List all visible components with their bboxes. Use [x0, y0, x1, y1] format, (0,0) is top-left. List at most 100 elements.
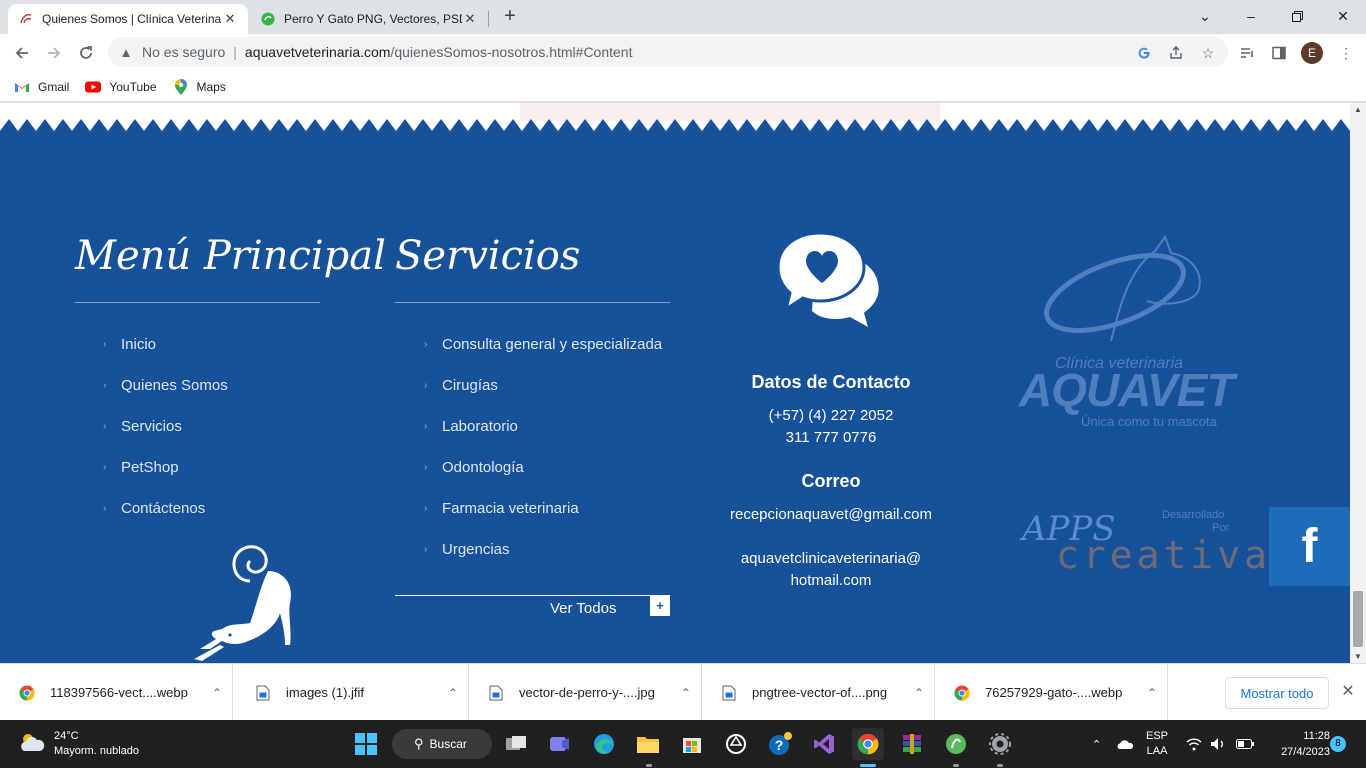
download-item[interactable]: pngtree-vector-of....png ⌃ — [702, 664, 935, 721]
winrar-icon[interactable] — [896, 728, 928, 760]
help-app-icon[interactable]: ? — [764, 728, 796, 760]
tab-search-icon[interactable]: ⌄ — [1182, 0, 1228, 32]
chevron-up-icon[interactable]: ⌃ — [671, 686, 701, 700]
close-downloads-icon[interactable]: ✕ — [1338, 682, 1358, 702]
footer-link-petshop[interactable]: › PetShop — [103, 459, 179, 476]
bookmark-gmail[interactable]: Gmail — [14, 80, 69, 94]
cat-stretch-illustration — [194, 545, 291, 661]
tray-overflow-icon[interactable]: ⌃ — [1092, 720, 1101, 768]
footer-link-servicios[interactable]: › Servicios — [103, 418, 182, 435]
visual-studio-icon[interactable] — [808, 728, 840, 760]
tab-strip: Quienes Somos | Clínica Veterina ✕ Perro… — [0, 0, 1366, 34]
back-icon[interactable] — [8, 39, 36, 67]
close-tab-icon[interactable]: ✕ — [462, 11, 478, 27]
footer-link-label: PetShop — [121, 459, 179, 476]
chevron-up-icon[interactable]: ⌃ — [904, 686, 934, 700]
minimize-icon[interactable]: – — [1228, 0, 1274, 32]
restore-icon[interactable] — [1274, 0, 1320, 32]
bookmark-maps[interactable]: Maps — [173, 78, 226, 95]
email-1[interactable]: recepcionaquavet@gmail.com — [700, 506, 962, 523]
close-window-icon[interactable]: ✕ — [1320, 0, 1366, 32]
footer-link-quienes-somos[interactable]: › Quienes Somos — [103, 377, 228, 394]
service-link-farmacia[interactable]: › Farmacia veterinaria — [424, 500, 579, 517]
wifi-icon[interactable] — [1186, 720, 1202, 768]
chevron-right-icon: › — [103, 462, 107, 473]
profile-avatar[interactable]: E — [1301, 42, 1323, 64]
security-label[interactable]: No es seguro — [142, 44, 225, 60]
media-queue-icon[interactable] — [1236, 42, 1258, 64]
forward-icon[interactable] — [40, 39, 68, 67]
volume-icon[interactable] — [1210, 720, 1226, 768]
ver-todos-button[interactable]: Ver Todos + — [395, 595, 670, 617]
warning-icon[interactable]: ▲ — [118, 45, 134, 60]
task-view-icon[interactable] — [500, 728, 532, 760]
tab-pngtree[interactable]: Perro Y Gato PNG, Vectores, PSD, ✕ — [250, 4, 488, 34]
weather-widget[interactable]: 24°C Mayorm. nublado — [18, 729, 139, 759]
chevron-right-icon: › — [103, 380, 107, 391]
edge-icon[interactable] — [588, 728, 620, 760]
new-tab-button[interactable]: + — [498, 5, 522, 29]
close-tab-icon[interactable]: ✕ — [222, 11, 238, 27]
url-text[interactable]: aquavetveterinaria.com/quienesSomos-noso… — [245, 44, 633, 60]
system-clock[interactable]: 11:28 27/4/2023 — [1260, 728, 1330, 760]
service-link-cirugias[interactable]: › Cirugías — [424, 377, 498, 394]
bookmark-youtube[interactable]: YouTube — [85, 80, 157, 94]
service-link-urgencias[interactable]: › Urgencias — [424, 541, 510, 558]
taskbar-search[interactable]: ⚲ Buscar — [392, 729, 492, 759]
service-link-laboratorio[interactable]: › Laboratorio — [424, 418, 518, 435]
bookmark-label: Gmail — [38, 79, 70, 94]
page-scrollbar[interactable]: ▲ ▼ — [1350, 103, 1366, 663]
chevron-up-icon[interactable]: ⌃ — [1137, 686, 1167, 700]
download-item[interactable]: 76257929-gato-....webp ⌃ — [935, 664, 1168, 721]
settings-gear-icon[interactable] — [984, 728, 1016, 760]
email-2-line-1[interactable]: aquavetclinicaveterinaria@ — [700, 550, 962, 567]
show-all-downloads-button[interactable]: Mostrar todo — [1225, 677, 1329, 709]
side-panel-icon[interactable] — [1268, 42, 1290, 64]
chevron-right-icon: › — [103, 421, 107, 432]
footer-link-inicio[interactable]: › Inicio — [103, 336, 156, 353]
scroll-down-icon[interactable]: ▼ — [1354, 652, 1362, 661]
address-bar[interactable]: ▲ No es seguro | aquavetveterinaria.com/… — [108, 37, 1228, 67]
clock-date: 27/4/2023 — [1281, 746, 1330, 758]
chrome-taskbar-icon[interactable] — [852, 728, 884, 760]
app-open-indicator — [953, 764, 959, 767]
email-2-line-2[interactable]: hotmail.com — [700, 572, 962, 589]
footer-link-contactenos[interactable]: › Contáctenos — [103, 500, 205, 517]
android-studio-icon[interactable] — [940, 728, 972, 760]
notification-badge[interactable]: 8 — [1330, 736, 1346, 752]
teams-chat-icon[interactable] — [544, 728, 576, 760]
app-active-indicator — [860, 764, 876, 767]
download-item[interactable]: 118397566-vect....webp ⌃ — [0, 664, 233, 721]
share-icon[interactable] — [1165, 42, 1187, 64]
file-explorer-icon[interactable] — [632, 728, 664, 760]
scrollbar-thumb[interactable] — [1353, 591, 1363, 647]
download-item[interactable]: images (1).jfif ⌃ — [236, 664, 469, 721]
tab-quienes-somos[interactable]: Quienes Somos | Clínica Veterina ✕ — [8, 4, 248, 34]
onedrive-cloud-icon[interactable] — [1116, 720, 1134, 768]
phone-1[interactable]: (+57) (4) 227 2052 — [700, 407, 962, 424]
menu-principal-title: Menú Principal — [75, 233, 386, 279]
footer-link-label: Quienes Somos — [121, 377, 228, 394]
google-icon[interactable] — [1133, 42, 1155, 64]
servicios-title: Servicios — [395, 233, 581, 279]
bookmark-star-icon[interactable]: ☆ — [1197, 42, 1219, 64]
chevron-up-icon[interactable]: ⌃ — [202, 686, 232, 700]
battery-icon[interactable] — [1236, 720, 1254, 768]
phone-2[interactable]: 311 777 0776 — [700, 429, 962, 446]
search-label: Buscar — [429, 737, 467, 751]
kebab-menu-icon[interactable]: ⋮ — [1335, 42, 1357, 64]
scroll-up-icon[interactable]: ▲ — [1354, 105, 1362, 114]
language-indicator[interactable]: ESP LAA — [1146, 720, 1168, 768]
download-item[interactable]: vector-de-perro-y-....jpg ⌃ — [469, 664, 702, 721]
apps-creativa-logo[interactable]: Desarrollado Por APPS creativa — [1020, 503, 1267, 583]
service-link-odontologia[interactable]: › Odontología — [424, 459, 524, 476]
service-link-consulta[interactable]: › Consulta general y especializada — [424, 336, 662, 353]
reload-icon[interactable] — [72, 39, 100, 67]
start-button[interactable] — [350, 728, 382, 760]
circular-app-icon[interactable] — [720, 728, 752, 760]
facebook-button[interactable]: f — [1269, 507, 1350, 586]
download-filename: images (1).jfif — [286, 685, 365, 700]
ms-store-icon[interactable] — [676, 728, 708, 760]
chevron-up-icon[interactable]: ⌃ — [438, 686, 468, 700]
tab-title: Quienes Somos | Clínica Veterina — [42, 12, 222, 26]
